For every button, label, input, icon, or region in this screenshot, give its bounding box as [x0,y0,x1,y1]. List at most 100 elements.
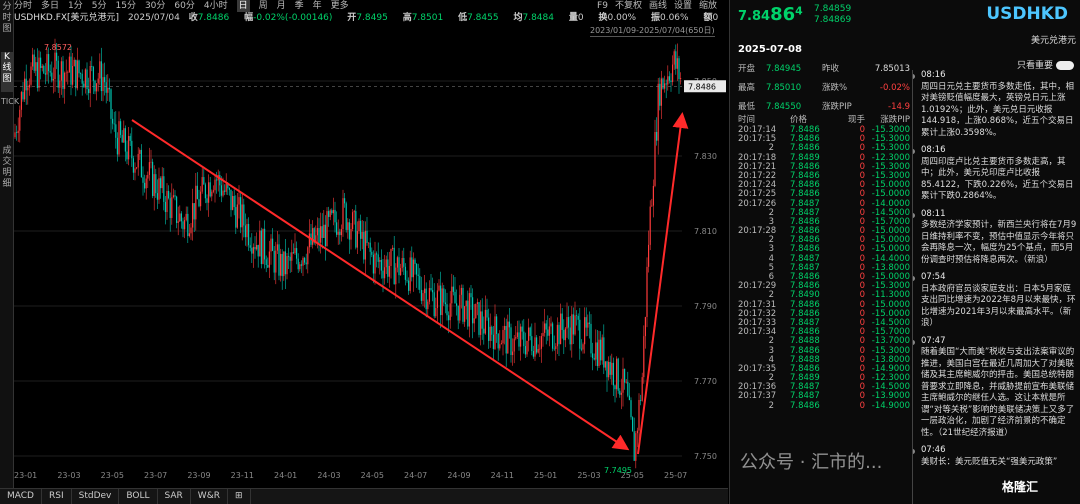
period-multiday[interactable]: 多日 [41,0,59,12]
candle-body [155,174,157,194]
candle-body [254,246,256,250]
candle-body [72,66,74,85]
avg-label: 均 [513,13,523,23]
tab-kline[interactable]: K线图 [1,52,13,92]
amplitude-value: 0.06% [659,13,689,23]
news-item[interactable]: 07:47 随着美国“大而美”税收与支出法案审议的推进，美国白宫在最近几周加大了对… [913,336,1078,440]
indicator-sar[interactable]: SAR [158,489,191,504]
toggle-switch[interactable] [1056,61,1074,70]
news-item[interactable]: 08:16 周四印度卢比兑主要货币多数走高，其中；此外，美元兑印度卢比收报85.4… [913,145,1078,203]
candle-body [244,225,246,238]
candle-body [672,64,674,82]
stats-cell: 7.84945 [766,64,802,74]
candle-body [59,80,61,88]
candle-body [616,358,618,390]
period-more[interactable]: 更多 [331,0,349,12]
news-text: 周四印度卢比兑主要货币多数走高，其中；此外，美元兑印度卢比收报85.4122，下… [921,156,1074,202]
news-feed[interactable]: 08:16 周四日元兑主要货币多数走低，其中，相对美镑贬值幅度最大，英镑兑日元上涨… [912,70,1078,504]
period-intraday[interactable]: 分时 [14,0,32,12]
candle-body [169,198,171,218]
period-1min[interactable]: 1分 [68,0,83,12]
x-tick-label: 24-07 [404,471,427,480]
tab-trade-details[interactable]: 成交明细 [1,146,13,192]
indicator-wr[interactable]: W&R [191,489,228,504]
period-day[interactable]: 日 [236,0,250,12]
tab-intraday[interactable]: 分时图 [1,2,13,48]
period-15min[interactable]: 15分 [116,0,136,12]
candle-body [518,332,520,347]
candle-body [97,78,99,84]
candle-body [190,227,192,234]
tick-list[interactable]: 时间 价格 现手 涨跌PIP 20:17:14 7.8486 0 -15.3000 20:17:… [738,115,910,411]
candle-body [172,195,174,198]
candle-body [513,338,515,352]
candle-body [150,161,152,163]
period-60min[interactable]: 60分 [174,0,194,12]
candle-body [168,191,170,199]
adjust-button[interactable]: 不复权 [615,0,642,12]
period-week[interactable]: 周 [259,0,268,12]
indicator-macd[interactable]: MACD [0,489,42,504]
settings-button[interactable]: 设置 [674,0,692,12]
period-30min[interactable]: 30分 [145,0,165,12]
candle-body [380,259,382,271]
indicator-rsi[interactable]: RSI [42,489,72,504]
stats-row: 开盘 7.84945 昨收 7.85013 [738,60,910,79]
candle-body [372,254,374,274]
tick-header-cell: 时间 [738,115,756,125]
x-tick-label: 24-01 [274,471,297,480]
candle-body [366,230,368,243]
candle-body [425,288,427,310]
candle-body [409,257,411,291]
stats-cell: 7.85010 [766,83,802,93]
period-year[interactable]: 年 [313,0,322,12]
x-tick-label: 25-01 [534,471,557,480]
add-indicator-icon[interactable]: ⊞ [228,489,251,504]
candle-body [275,250,277,273]
candle-body [276,244,278,251]
candle-body [435,308,437,317]
volume-value: 0 [577,13,584,23]
candle-body [121,134,123,143]
candle-body [593,357,595,360]
kline-chart[interactable]: 7.8507.8307.8107.7907.7707.75023-0123-03… [14,36,728,486]
f9-button[interactable]: F9 [597,0,608,12]
indicator-stddev[interactable]: StdDev [72,489,120,504]
candle-body [665,83,667,85]
period-month[interactable]: 月 [277,0,286,12]
candle-body [363,231,365,260]
candle-body [657,83,659,141]
candle-body [484,309,486,334]
candle-body [334,209,336,223]
candle-body [656,132,658,141]
period-quarter[interactable]: 季 [295,0,304,12]
tab-tick[interactable]: TICK [1,96,19,142]
candle-body [164,201,166,213]
panel-date: 2025-07-08 [738,44,802,55]
candle-body [160,178,162,189]
candle-body [400,268,402,276]
stats-cell: 开盘 [738,64,756,74]
news-item[interactable]: 08:11 多数经济学家预计，新西兰央行将在7月9日维持利率不变，预估中值显示今年… [913,209,1078,267]
period-4h[interactable]: 4小时 [204,0,228,12]
candle-body [92,67,94,81]
zoom-button[interactable]: 缩放 [699,0,717,12]
candle-body [515,337,517,339]
candle-body [633,431,635,461]
candle-body [476,302,478,304]
draw-button[interactable]: 画线 [649,0,667,12]
indicator-boll[interactable]: BOLL [119,489,158,504]
candle-body [369,242,371,252]
candle-body [411,257,413,278]
period-5min[interactable]: 5分 [92,0,107,12]
candle-body [675,51,677,69]
candle-body [433,292,435,317]
candle-body [500,343,502,345]
candle-body [460,287,462,295]
news-item[interactable]: 07:46 美财长：美元贬值无关“强美元政策” [913,445,1078,468]
candle-body [516,332,518,338]
left-sidebar: 分时图 K线图 TICK 成交明细 [0,0,19,504]
news-item[interactable]: 07:54 日本政府官员谈家庭支出：日本5月家庭支出同比增速为2022年8月以来最… [913,272,1078,330]
news-time: 07:54 [921,272,946,282]
news-item[interactable]: 08:16 周四日元兑主要货币多数走低，其中，相对美镑贬值幅度最大，英镑兑日元上涨… [913,70,1078,139]
